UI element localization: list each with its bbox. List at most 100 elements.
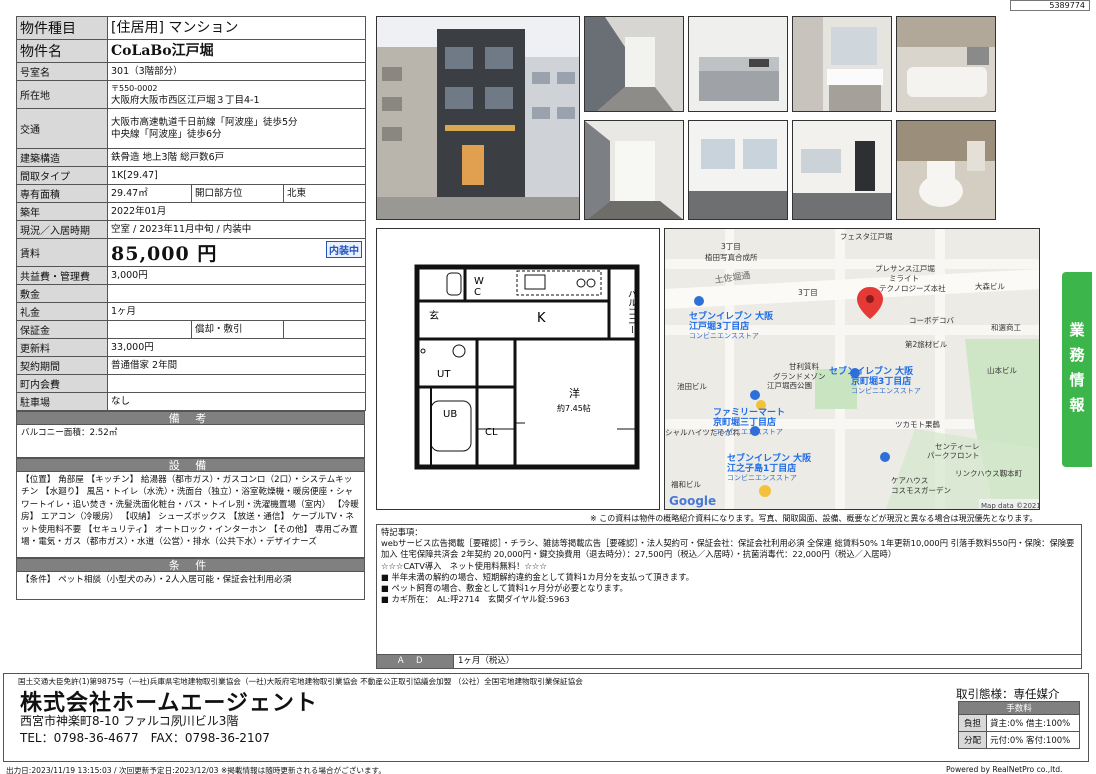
map-seven1-a: セブンイレブン 大阪 xyxy=(689,310,774,322)
fp-western: 洋 xyxy=(569,386,580,400)
photo-washbasin[interactable] xyxy=(792,16,892,112)
kitchen-image xyxy=(689,17,787,111)
washbasin-image xyxy=(793,17,891,111)
town-fee-value xyxy=(106,374,367,393)
facilities-body: 【位置】 角部屋 【キッチン】 給湯器（都市ガス）・ガスコンロ（2口）・システム… xyxy=(16,472,365,558)
fee-table: 手数料 負担 貸主:0% 借主:100% 分配 元付:0% 客付:100% xyxy=(958,701,1080,749)
map-mirait: ミライト xyxy=(889,274,919,283)
map-seven3-c: コンビニエンスストア xyxy=(727,473,797,482)
notes-section: 備 考 バルコニー面積：2.52㎡ 設 備 【位置】 角部屋 【キッチン】 給湯… xyxy=(16,411,365,600)
guarantee-value xyxy=(107,320,192,339)
fee-head: 手数料 xyxy=(958,701,1080,715)
map-chome3-a: 3丁目 xyxy=(721,242,741,251)
powered-by: Powered by RealNetPro co.,ltd. xyxy=(946,765,1063,774)
output-date: 出力日:2023/11/19 13:15:03 / 次回更新予定日:2023/1… xyxy=(6,766,386,774)
map-daihin: 大森ビル xyxy=(975,281,1005,291)
conditions-head: 条 件 xyxy=(16,558,365,572)
row-property-type: 物件種目 [住居用] マンション xyxy=(16,16,367,40)
row-parking: 駐車場 なし xyxy=(16,392,367,411)
address: 大阪府大阪市西区江戸堀３丁目4-1 xyxy=(111,94,260,106)
transport-line-1: 大阪市高速軌道千日前線「阿波座」徒歩5分 xyxy=(111,116,298,128)
notes-body: バルコニー面積：2.52㎡ xyxy=(16,425,365,458)
structure-value: 鉄骨造 地上3階 総戸数6戸 xyxy=(106,148,367,167)
remarks-line-4: ■ ペット飼育の場合、敷金として賃料1ヶ月分が必要となります。 xyxy=(381,583,628,594)
fp-western-size: 約7.45帖 xyxy=(557,403,591,413)
map-grand-b: 江戸堀西公園 xyxy=(767,381,812,390)
facilities-head: 設 備 xyxy=(16,458,365,472)
shokyaku-value xyxy=(282,320,367,339)
document-id: 5389774 xyxy=(1010,0,1090,11)
row-structure: 建築構造 鉄骨造 地上3階 総戸数6戸 xyxy=(16,148,367,167)
deal-type: 取引態様：専任媒介 xyxy=(956,687,1060,701)
map-seven2-c: コンビニエンスストア xyxy=(851,386,921,395)
parking-label: 駐車場 xyxy=(16,392,108,411)
room-value: 301（3階部分） xyxy=(106,62,367,81)
business-info-tab[interactable]: 業 務 情 報 xyxy=(1062,272,1092,467)
map-ikeda: 池田ビル xyxy=(677,381,707,391)
deposit-label: 敷金 xyxy=(16,284,108,303)
location-map[interactable]: フェスタ江戸堀 3丁目 3丁目 植田写真合成所 プレサンス江戸堀 ミライト テク… xyxy=(664,228,1040,510)
photo-toilet[interactable] xyxy=(896,120,996,220)
remarks-line-3: ■ 半年未満の解約の場合、短期解約違約金として賃料1カ月分を支払って頂きます。 xyxy=(381,571,694,582)
property-name-label: 物件名 xyxy=(16,39,108,63)
row-town-fee: 町内会費 xyxy=(16,374,367,393)
map-chome3-b: 3丁目 xyxy=(798,288,818,297)
photo-kitchen[interactable] xyxy=(688,16,788,112)
row-common-fee: 共益費・管理費 3,000円 xyxy=(16,266,367,285)
photo-room-1[interactable] xyxy=(688,120,788,220)
row-contract: 契約期間 普通借家 2年間 xyxy=(16,356,367,375)
map-family-b: 京町堀三丁目店 xyxy=(713,416,776,428)
fp-ub: UB xyxy=(443,409,457,420)
area-label: 専有面積 xyxy=(16,184,108,203)
map-google-logo: Google xyxy=(669,494,716,508)
rent-cell: 85,000 円 内装中 xyxy=(106,238,367,267)
row-room: 号室名 301（3階部分） xyxy=(16,62,367,81)
photo-corridor[interactable] xyxy=(584,16,684,112)
opening-label: 開口部方位 xyxy=(191,184,284,203)
exterior-photo[interactable] xyxy=(376,16,580,220)
fee-split-value: 元付:0% 客付:100% xyxy=(986,731,1080,749)
ad-label: ＡＤ xyxy=(377,655,453,668)
row-rent: 賃料 85,000 円 内装中 xyxy=(16,238,367,267)
row-property-name: 物件名 CoLaBo江戸堀 xyxy=(16,39,367,63)
notes-head: 備 考 xyxy=(16,411,365,425)
contract-value: 普通借家 2年間 xyxy=(106,356,367,375)
transport-line-2: 中央線「阿波座」徒歩6分 xyxy=(111,128,222,140)
remarks-line-5: ■ カギ所在： AL:呼2714 玄関ダイヤル錠:5963 xyxy=(381,594,570,605)
map-seven2-b: 京町堀3丁目店 xyxy=(851,375,911,387)
ad-row: ＡＤ 1ヶ月（税込） xyxy=(377,654,1081,668)
shokyaku-label: 償却・敷引 xyxy=(191,320,284,339)
remarks-box: 特記事項： webサービス広告掲載［要確認］・チラシ、雑誌等掲載広告［要確認］・… xyxy=(376,524,1082,669)
photo-bathroom[interactable] xyxy=(896,16,996,112)
rent-label: 賃料 xyxy=(16,238,108,267)
fp-entrance: 玄 xyxy=(429,309,439,322)
toilet-image xyxy=(897,121,995,219)
photo-entrance[interactable] xyxy=(584,120,684,220)
map-seven1-b: 江戸堀3丁目店 xyxy=(689,320,749,332)
side-tab-char-1: 業 xyxy=(1069,321,1085,339)
corridor-image xyxy=(585,17,683,111)
property-name-value: CoLaBo江戸堀 xyxy=(106,39,367,63)
renewal-label: 更新料 xyxy=(16,338,108,357)
status-label: 現況／入居時期 xyxy=(16,220,108,239)
deposit-value xyxy=(106,284,367,303)
remarks-body: 特記事項： webサービス広告掲載［要確認］・チラシ、雑誌等掲載広告［要確認］・… xyxy=(377,525,1081,655)
map-presence: プレサンス江戸堀 xyxy=(875,264,935,273)
status-value: 空室 / 2023年11月中旬 / 内装中 xyxy=(106,220,367,239)
built-label: 築年 xyxy=(16,202,108,221)
transport-label: 交通 xyxy=(16,108,108,149)
side-tab-char-2: 務 xyxy=(1069,346,1085,364)
photo-room-2[interactable] xyxy=(792,120,892,220)
fp-ut: UT xyxy=(437,369,451,380)
row-deposit: 敷金 xyxy=(16,284,367,303)
map-family-c: コンビニエンスストア xyxy=(713,427,783,436)
room-image-1 xyxy=(689,121,787,219)
row-transport: 交通 大阪市高速軌道千日前線「阿波座」徒歩5分 中央線「阿波座」徒歩6分 xyxy=(16,108,367,149)
contract-label: 契約期間 xyxy=(16,356,108,375)
fp-kitchen: K xyxy=(537,311,546,326)
row-layout-type: 間取タイプ 1K[29.47] xyxy=(16,166,367,185)
map-daini: 第2旅材ビル xyxy=(905,339,948,349)
fee-burden-label: 負担 xyxy=(958,714,987,732)
fp-balcony: バルコニー xyxy=(626,289,637,334)
layout-type-value: 1K[29.47] xyxy=(106,166,367,185)
